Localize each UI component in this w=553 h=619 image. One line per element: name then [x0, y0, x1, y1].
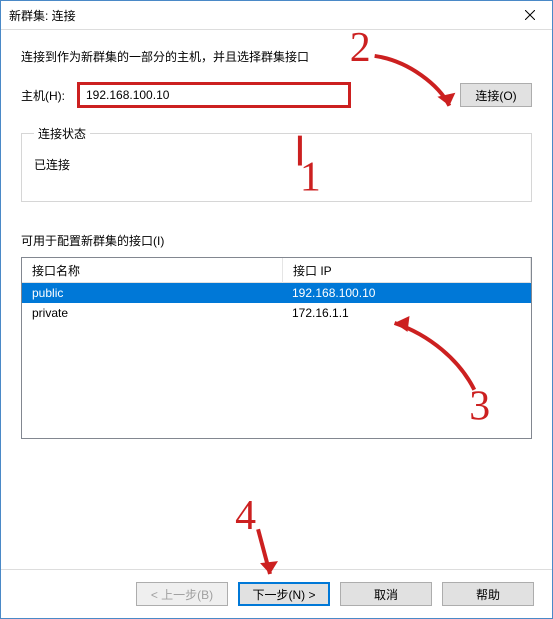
back-button: < 上一步(B) [136, 582, 228, 606]
help-button[interactable]: 帮助 [442, 582, 534, 606]
interfaces-list[interactable]: 接口名称 接口 IP public192.168.100.10private17… [21, 257, 532, 439]
titlebar: 新群集: 连接 [1, 1, 552, 30]
cell-interface-ip: 192.168.100.10 [282, 284, 531, 302]
table-row[interactable]: private172.16.1.1 [22, 303, 531, 323]
column-ip[interactable]: 接口 IP [283, 258, 531, 283]
wizard-footer: < 上一步(B) 下一步(N) > 取消 帮助 [1, 569, 552, 618]
cancel-button[interactable]: 取消 [340, 582, 432, 606]
close-button[interactable] [507, 1, 552, 29]
instruction-text: 连接到作为新群集的一部分的主机，并且选择群集接口 [21, 48, 532, 65]
column-name[interactable]: 接口名称 [22, 258, 283, 283]
dialog-window: 新群集: 连接 连接到作为新群集的一部分的主机，并且选择群集接口 主机(H): … [0, 0, 553, 619]
table-row[interactable]: public192.168.100.10 [22, 283, 531, 303]
cell-interface-ip: 172.16.1.1 [282, 304, 531, 322]
window-title: 新群集: 连接 [9, 7, 507, 24]
status-legend: 连接状态 [34, 125, 90, 142]
cell-interface-name: public [22, 284, 282, 302]
host-input[interactable] [79, 84, 349, 106]
connect-button[interactable]: 连接(O) [460, 83, 532, 107]
next-button[interactable]: 下一步(N) > [238, 582, 330, 606]
host-label: 主机(H): [21, 87, 71, 104]
interfaces-label: 可用于配置新群集的接口(I) [21, 232, 532, 249]
cell-interface-name: private [22, 304, 282, 322]
close-icon [525, 10, 535, 20]
list-header: 接口名称 接口 IP [22, 258, 531, 283]
dialog-body: 连接到作为新群集的一部分的主机，并且选择群集接口 主机(H): 连接(O) 连接… [1, 30, 552, 569]
status-text: 已连接 [34, 156, 519, 173]
connection-status-group: 连接状态 已连接 [21, 125, 532, 202]
host-row: 主机(H): 连接(O) [21, 83, 532, 107]
